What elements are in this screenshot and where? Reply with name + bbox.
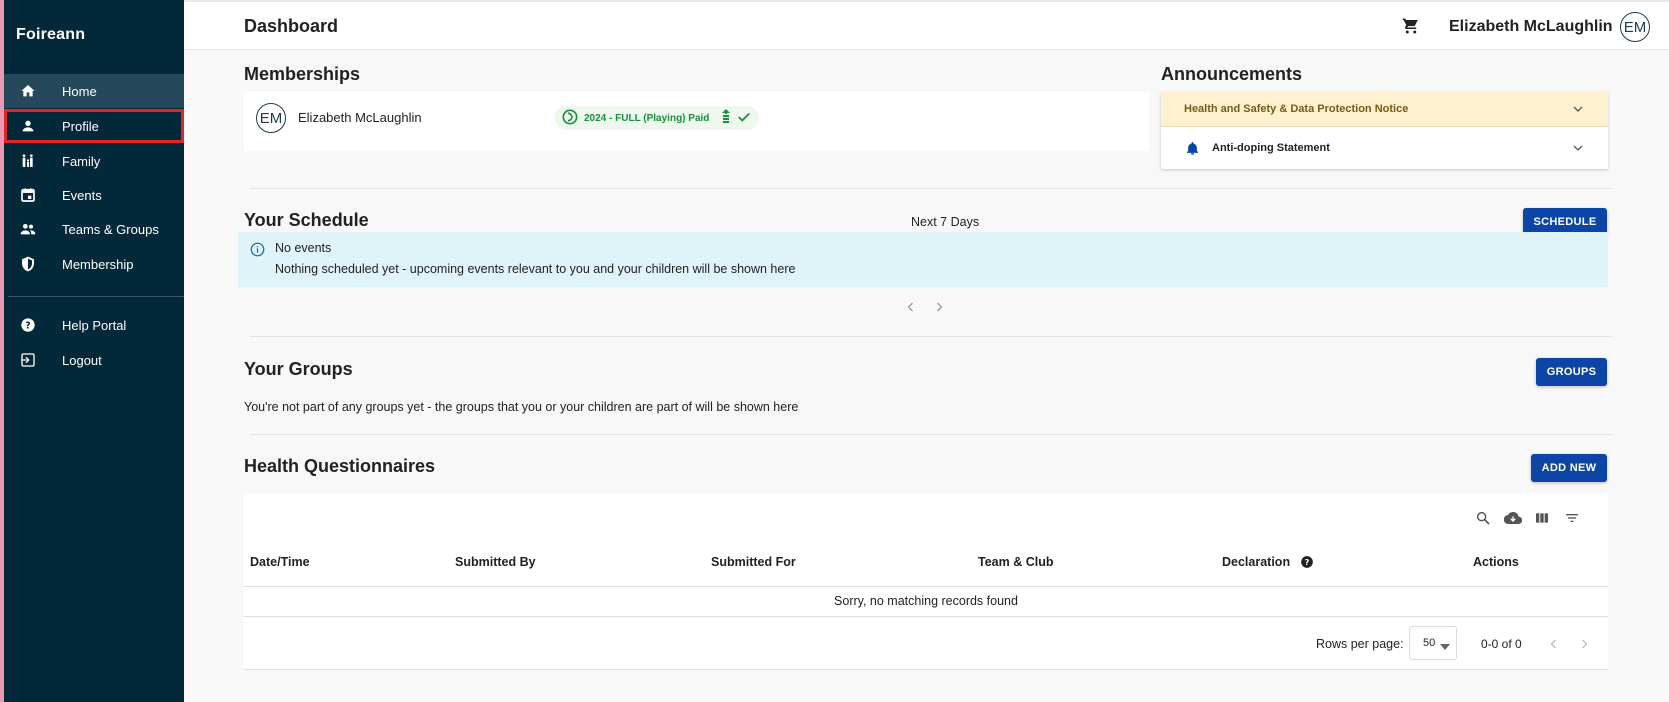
groups-button[interactable]: GROUPS xyxy=(1536,358,1607,386)
announcements-panel: Health and Safety & Data Protection Noti… xyxy=(1161,92,1608,169)
sidebar-item-logout[interactable]: Logout xyxy=(4,343,184,377)
home-icon xyxy=(18,81,38,101)
caret-down-icon xyxy=(1440,641,1450,653)
sidebar-item-membership[interactable]: Membership xyxy=(4,247,184,281)
bell-icon xyxy=(1185,141,1200,156)
sidebar-item-home[interactable]: Home xyxy=(4,74,184,108)
sidebar-item-label: Help Portal xyxy=(62,317,127,333)
chevron-down-icon[interactable] xyxy=(1572,142,1584,157)
chevron-down-icon[interactable] xyxy=(1572,103,1584,118)
filter-icon[interactable] xyxy=(1562,508,1582,528)
groups-icon xyxy=(18,219,38,239)
family-icon xyxy=(18,151,38,171)
membership-status-label: 2024 - FULL (Playing) Paid xyxy=(584,112,710,124)
help-icon[interactable]: ? xyxy=(1300,555,1314,569)
sidebar-item-family[interactable]: Family xyxy=(4,144,184,178)
cloud-download-icon[interactable] xyxy=(1503,508,1523,528)
pagination-range: 0-0 of 0 xyxy=(1481,637,1522,651)
table-empty-message: Sorry, no matching records found xyxy=(834,594,1018,608)
membership-card: EM Elizabeth McLaughlin 2024 - FULL (Pla… xyxy=(244,92,1149,151)
column-header-team-club[interactable]: Team & Club xyxy=(978,555,1053,569)
person-icon xyxy=(18,116,38,136)
section-divider xyxy=(250,434,1613,435)
check-icon xyxy=(737,110,751,127)
club-crest-icon xyxy=(562,109,578,128)
sidebar-divider xyxy=(8,296,184,297)
section-divider xyxy=(250,336,1613,337)
sidebar-item-label: Teams & Groups xyxy=(62,221,159,237)
groups-empty-text: You're not part of any groups yet - the … xyxy=(244,400,799,414)
page-title: Dashboard xyxy=(244,16,339,36)
column-header-label: Declaration xyxy=(1222,555,1291,569)
svg-text:?: ? xyxy=(25,320,30,331)
schedule-range-label: Next 7 Days xyxy=(911,215,980,229)
help-icon: ? xyxy=(18,315,38,335)
column-header-declaration[interactable]: Declaration ? xyxy=(1222,555,1314,569)
user-name[interactable]: Elizabeth McLaughlin xyxy=(1449,18,1613,36)
previous-page-icon[interactable] xyxy=(1548,637,1560,655)
add-new-button[interactable]: ADD NEW xyxy=(1531,454,1607,482)
sidebar-item-label: Events xyxy=(62,187,102,203)
health-title: Health Questionnaires xyxy=(244,456,436,476)
sidebar-item-label: Home xyxy=(62,83,97,99)
cart-icon[interactable] xyxy=(1402,17,1420,40)
next-page-icon[interactable] xyxy=(1578,637,1590,655)
member-name: Elizabeth McLaughlin xyxy=(298,110,422,125)
info-icon xyxy=(250,242,265,260)
sidebar-item-label: Family xyxy=(62,153,101,169)
schedule-info-alert: No events Nothing scheduled yet - upcomi… xyxy=(238,232,1608,287)
column-header-submitted-for[interactable]: Submitted For xyxy=(711,555,796,569)
announcement-label: Anti-doping Statement xyxy=(1212,142,1330,154)
health-table: Date/Time Submitted By Submitted For Tea… xyxy=(244,493,1608,670)
rows-per-page-select[interactable]: 50 xyxy=(1409,626,1457,660)
info-title: No events xyxy=(275,241,332,255)
info-text: Nothing scheduled yet - upcoming events … xyxy=(275,262,796,276)
search-icon[interactable] xyxy=(1473,508,1493,528)
sidebar-item-label: Profile xyxy=(62,118,99,134)
chevron-left-icon[interactable] xyxy=(905,300,917,318)
brand-logo-text: Foireann xyxy=(16,26,86,43)
rows-per-page-value: 50 xyxy=(1423,637,1436,649)
groups-title: Your Groups xyxy=(244,359,353,379)
table-body-divider xyxy=(244,616,1608,617)
rows-per-page-label: Rows per page: xyxy=(1316,637,1404,651)
view-columns-icon[interactable] xyxy=(1532,508,1552,528)
announcement-label: Health and Safety & Data Protection Noti… xyxy=(1184,103,1409,115)
schedule-title: Your Schedule xyxy=(244,210,369,230)
member-avatar: EM xyxy=(256,103,286,133)
column-header-actions: Actions xyxy=(1473,555,1519,569)
sidebar-item-label: Logout xyxy=(62,352,102,368)
membership-status-chip[interactable]: 2024 - FULL (Playing) Paid xyxy=(554,106,760,130)
calendar-icon xyxy=(18,185,38,205)
sidebar-item-help-portal[interactable]: ? Help Portal xyxy=(4,308,184,342)
column-header-date-time[interactable]: Date/Time xyxy=(250,555,310,569)
memberships-title: Memberships xyxy=(244,64,361,84)
sidebar-item-profile[interactable]: Profile xyxy=(4,109,184,143)
table-header-divider xyxy=(244,586,1608,587)
announcement-item[interactable]: Health and Safety & Data Protection Noti… xyxy=(1161,92,1608,127)
logout-icon xyxy=(18,350,38,370)
sidebar-item-events[interactable]: Events xyxy=(4,178,184,212)
announcement-item[interactable]: Anti-doping Statement xyxy=(1161,128,1608,168)
chevron-right-icon[interactable] xyxy=(933,300,945,318)
sidebar-item-teams-groups[interactable]: Teams & Groups xyxy=(4,212,184,246)
shield-icon xyxy=(18,254,38,274)
column-header-submitted-by[interactable]: Submitted By xyxy=(455,555,536,569)
top-header: Dashboard Elizabeth McLaughlin EM xyxy=(184,0,1669,50)
sidebar-item-label: Membership xyxy=(62,256,134,272)
announcements-title: Announcements xyxy=(1161,64,1303,84)
sidebar: Foireann Home Profile Family Events Team… xyxy=(0,0,184,702)
svg-text:?: ? xyxy=(1305,557,1310,567)
avatar[interactable]: EM xyxy=(1620,12,1650,42)
paid-status-icon xyxy=(721,108,731,128)
section-divider xyxy=(250,188,1613,189)
